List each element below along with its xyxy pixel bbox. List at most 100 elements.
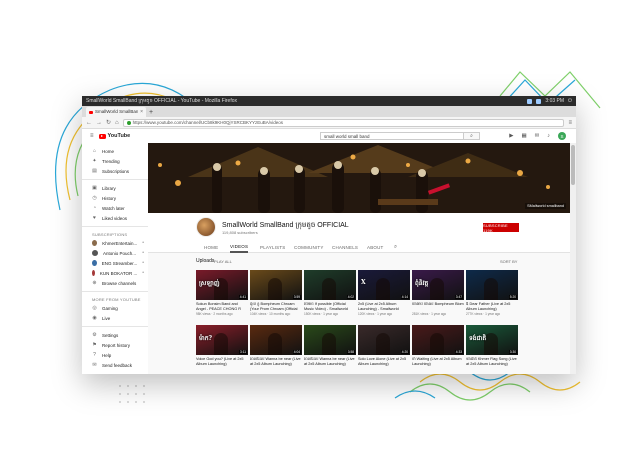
sort-by-button[interactable]: SORT BY: [500, 259, 517, 264]
address-bar[interactable]: https://www.youtube.com/channel/UCb8k9KH…: [122, 118, 565, 127]
video-thumbnail[interactable]: 4:04: [250, 325, 302, 355]
youtube-logo[interactable]: YouTube: [98, 133, 130, 139]
new-tab-button[interactable]: +: [149, 109, 153, 116]
menu-icon[interactable]: ≡: [568, 120, 572, 126]
subscription-item[interactable]: KUN BOKATOR ... •: [82, 268, 148, 278]
tab-playlists[interactable]: PLAYLISTS: [260, 241, 285, 253]
subscribe-button[interactable]: SUBSCRIBE 119K: [483, 223, 519, 233]
hamburger-menu-icon[interactable]: ≡: [90, 133, 94, 139]
channel-avatar[interactable]: [196, 217, 216, 237]
video-thumbnail[interactable]: ទង់ជាតិ 3:30: [466, 325, 518, 355]
subscription-item[interactable]: ENG Streamber... •: [82, 258, 148, 268]
video-title[interactable]: ពេលដែល Wanna be near (Live at 2x5 Album …: [304, 357, 356, 366]
sidebar-item-history[interactable]: ◷ History: [82, 193, 148, 203]
video-title[interactable]: 2x5 (Live at 2x5 Album Launching) - Smal…: [358, 302, 410, 311]
volume-icon[interactable]: [536, 98, 542, 104]
video-thumbnail[interactable]: 5:20: [466, 270, 518, 300]
video-thumbnail[interactable]: ស្រឡាញ់ 4:41: [196, 270, 248, 300]
search-input[interactable]: small world small band: [320, 132, 464, 140]
video-card[interactable]: ស្រឡាញ់ 4:41 Sokun Bonsim Band and Angel -…: [196, 270, 248, 316]
sidebar-item-home[interactable]: ⌂ Home: [82, 146, 148, 156]
network-icon[interactable]: [527, 98, 533, 104]
video-title[interactable]: ជួយ ខ្ញុំ Bompheum Chroam (Your Prom Chr…: [250, 302, 302, 311]
forward-icon[interactable]: →: [96, 120, 102, 126]
page-scrollbar[interactable]: [570, 143, 576, 374]
video-title[interactable]: ពេលដែល Wanna be near (Live at 2x5 Album …: [250, 357, 302, 366]
sidebar-item-trending[interactable]: ✦ Trending: [82, 156, 148, 166]
video-title[interactable]: ចង់ងាប់ ចង់រស់ Bompheum Blom: [412, 302, 464, 311]
account-avatar[interactable]: S: [558, 132, 566, 140]
tab-channels[interactable]: CHANNELS: [332, 241, 358, 253]
video-title[interactable]: ចាំ Waiting (Live at 2x5 Album Launching…: [412, 357, 464, 366]
sidebar-item-gaming[interactable]: ◎ Gaming: [82, 303, 148, 313]
sidebar-item-send-feedback[interactable]: ✉ Send feedback: [82, 360, 148, 370]
play-all-button[interactable]: PLAY ALL: [214, 259, 232, 264]
performer-silhouette: [322, 333, 336, 355]
thumbs-up-icon: ♥: [93, 215, 96, 221]
video-thumbnail[interactable]: ពុំនិវត្ត 3:47: [412, 270, 464, 300]
sidebar-item-subscriptions[interactable]: ▤ Subscriptions: [82, 166, 148, 176]
divider: [82, 179, 148, 180]
video-card[interactable]: ទង់ជាតិ 3:30 ទង់ជាតិ Khmer Flag Song (Live…: [466, 325, 518, 367]
sidebar-item-label: Library: [102, 185, 116, 191]
tab-community[interactable]: COMMUNITY: [294, 241, 324, 253]
create-video-icon[interactable]: ▶: [509, 133, 513, 139]
video-thumbnail[interactable]: ម៉ាក? 3:11: [196, 325, 248, 355]
video-title[interactable]: Voice God you? (Live at 2x5 Album Launch…: [196, 357, 248, 366]
tab-about[interactable]: ABOUT: [367, 241, 384, 253]
video-thumbnail[interactable]: 4:33: [412, 325, 464, 355]
channel-search-icon[interactable]: ⌕: [394, 241, 397, 253]
video-card[interactable]: ម៉ាក? 3:11 Voice God you? (Live at 2x5 Alb…: [196, 325, 248, 367]
browser-tab[interactable]: SmallWorld SmallBand ក្រុមតូច OFFICIAL ×: [86, 107, 146, 117]
back-icon[interactable]: ←: [86, 120, 92, 126]
sidebar-item-report-history[interactable]: ⚑ Report history: [82, 340, 148, 350]
subscription-item[interactable]: KhmerEntertain... •: [82, 238, 148, 248]
video-title[interactable]: Sokun Bonsim Band and Angel - PEACE CHON…: [196, 302, 248, 311]
video-thumbnail[interactable]: 3:58: [304, 325, 356, 355]
video-card[interactable]: 4:04 ពេលដែល Wanna be near (Live at 2x5 Al…: [250, 325, 302, 367]
video-card[interactable]: 3:59 ជួយ ខ្ញុំ Bompheum Chroam (Your Prom…: [250, 270, 302, 316]
video-card[interactable]: 4:02 បើអាច If possible (Official Music Vi…: [304, 270, 356, 316]
sidebar-item-label: Live: [102, 315, 111, 321]
video-thumbnail[interactable]: 4:20: [358, 325, 410, 355]
video-thumbnail[interactable]: 4:02: [304, 270, 356, 300]
apps-grid-icon[interactable]: ▦: [521, 133, 526, 139]
tab-videos[interactable]: VIDEOS: [230, 241, 249, 253]
header-actions: ▶ ▦ ✉ ♪ S: [509, 132, 566, 140]
sidebar-item-library[interactable]: ▣ Library: [82, 183, 148, 193]
video-card[interactable]: 4:33 ចាំ Waiting (Live at 2x5 Album Launc…: [412, 325, 464, 367]
sidebar-item-liked-videos[interactable]: ♥ Liked videos: [82, 213, 148, 223]
os-title-bar: SmallWorld SmallBand ក្រុមតូច OFFICIAL -…: [82, 96, 576, 106]
video-title[interactable]: បើអាច If possible (Official Music Video)…: [304, 302, 356, 311]
sidebar-item-browse-channels[interactable]: ⊕ Browse channels: [82, 278, 148, 288]
video-duration: 3:58: [346, 350, 355, 354]
video-card[interactable]: 3:58 ពេលដែល Wanna be near (Live at 2x5 Al…: [304, 325, 356, 367]
notifications-bell-icon[interactable]: ♪: [547, 133, 550, 139]
video-card[interactable]: ពុំនិវត្ត 3:47 ចង់ងាប់ ចង់រស់ Bompheum Blo…: [412, 270, 464, 316]
video-title[interactable]: ទង់ជាតិ Khmer Flag Song (Live at 2x5 Alb…: [466, 357, 518, 366]
sidebar-item-settings[interactable]: ⚙ Settings: [82, 330, 148, 340]
video-thumbnail[interactable]: 3:59: [250, 270, 302, 300]
window-title: SmallWorld SmallBand ក្រុមតូច OFFICIAL -…: [86, 97, 237, 104]
sidebar-item-help[interactable]: ? Help: [82, 350, 148, 360]
subscription-item[interactable]: Antonio Pouch... •: [82, 248, 148, 258]
video-duration: 3:30: [508, 350, 517, 354]
youtube-favicon-icon: [89, 110, 93, 114]
close-tab-icon[interactable]: ×: [140, 109, 143, 115]
sidebar-item-live[interactable]: ◉ Live: [82, 313, 148, 323]
video-card[interactable]: X 4:14 2x5 (Live at 2x5 Album Launching) -…: [358, 270, 410, 316]
video-card[interactable]: 4:20 Solo Love Alone (Live at 2x5 Album L…: [358, 325, 410, 367]
video-title[interactable]: ឪ Dear Father (Live at 2x5 Album Launchi…: [466, 302, 518, 311]
messages-icon[interactable]: ✉: [535, 133, 540, 139]
video-thumbnail[interactable]: X 4:14: [358, 270, 410, 300]
scrollbar-thumb[interactable]: [571, 145, 575, 185]
video-card[interactable]: 5:20 ឪ Dear Father (Live at 2x5 Album Lau…: [466, 270, 518, 316]
home-icon[interactable]: ⌂: [115, 120, 119, 126]
search-button[interactable]: ⌕: [464, 132, 480, 140]
tab-home[interactable]: HOME: [204, 241, 218, 253]
sidebar-item-watch-later[interactable]: ◔ Watch later: [82, 203, 148, 213]
video-meta: 120K views · 1 year ago: [358, 312, 393, 316]
power-icon[interactable]: ⏻: [568, 98, 572, 104]
video-title[interactable]: Solo Love Alone (Live at 2x5 Album Launc…: [358, 357, 410, 366]
reload-icon[interactable]: ↻: [106, 119, 111, 126]
